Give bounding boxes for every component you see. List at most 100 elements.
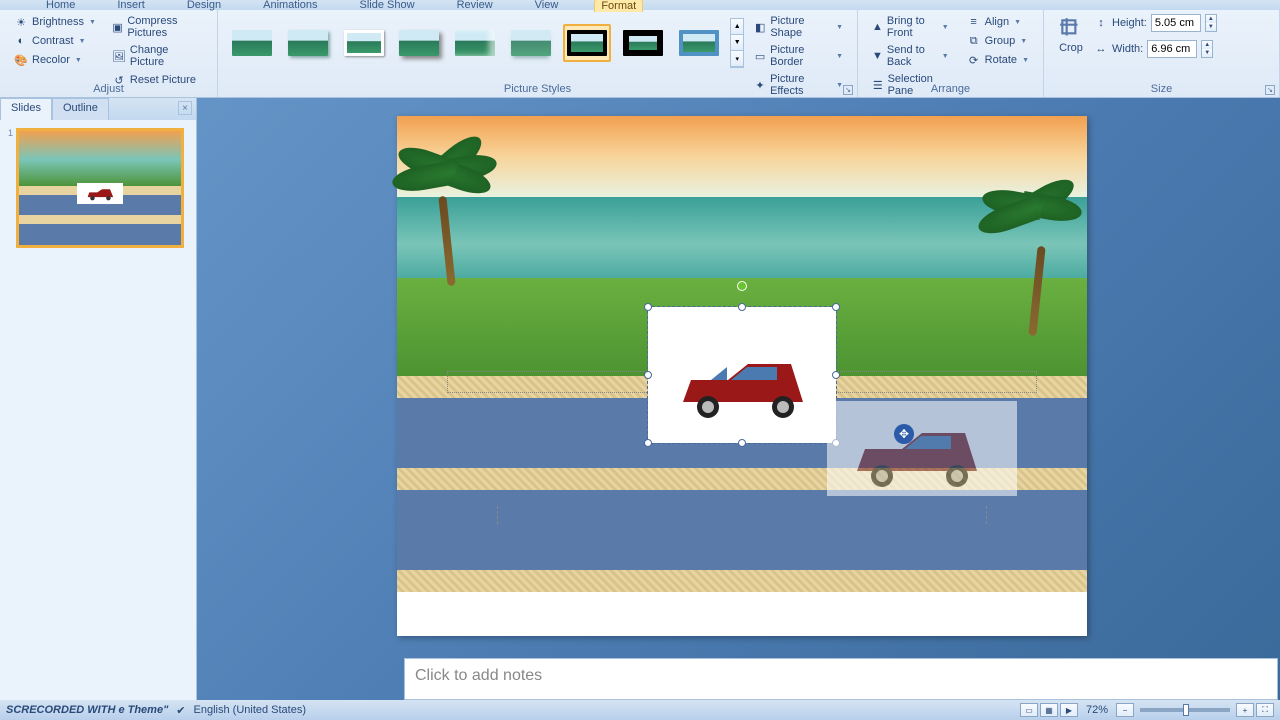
resize-handle-ne[interactable] <box>832 303 840 311</box>
crop-button[interactable]: Crop <box>1054 14 1088 56</box>
style-thumb-4[interactable] <box>395 24 443 62</box>
notes-pane[interactable]: Click to add notes <box>404 658 1278 700</box>
crop-label: Crop <box>1059 42 1083 54</box>
group-button[interactable]: ⧉ Group ▼ <box>963 33 1033 49</box>
bring-front-icon: ▲ <box>872 20 883 34</box>
resize-handle-nw[interactable] <box>644 303 652 311</box>
picture-border-button[interactable]: ▭ Picture Border ▼ <box>750 43 847 69</box>
contrast-label: Contrast <box>32 35 74 47</box>
send-back-label: Send to Back <box>887 44 937 68</box>
rotate-button[interactable]: ⟳ Rotate ▼ <box>963 52 1033 68</box>
status-bar: SCRECORDED WITH e Theme" ✔ English (Unit… <box>0 700 1280 720</box>
contrast-icon: ◐ <box>14 34 28 48</box>
width-spinner[interactable]: ▲▼ <box>1201 40 1213 58</box>
style-thumb-2[interactable] <box>284 24 332 62</box>
view-slideshow-button[interactable]: ▶ <box>1060 703 1078 717</box>
style-thumb-5[interactable] <box>451 24 499 62</box>
workspace: Slides Outline × 1 <box>0 98 1280 700</box>
size-launcher[interactable]: ↘ <box>1265 85 1275 95</box>
width-icon: ↔ <box>1094 42 1108 56</box>
width-input[interactable] <box>1147 40 1197 58</box>
brightness-label: Brightness <box>32 16 84 28</box>
group-label-adjust: Adjust <box>0 83 217 95</box>
zoom-slider[interactable] <box>1140 708 1230 712</box>
resize-handle-sw[interactable] <box>644 439 652 447</box>
rotate-label: Rotate <box>985 54 1017 66</box>
picstyles-launcher[interactable]: ↘ <box>843 85 853 95</box>
resize-handle-s[interactable] <box>738 439 746 447</box>
change-picture-button[interactable]: 🖼 Change Picture <box>108 43 207 69</box>
spellcheck-icon[interactable]: ✔ <box>176 704 185 717</box>
change-label: Change Picture <box>130 44 203 68</box>
status-recorded: SCRECORDED WITH e Theme" <box>6 704 168 716</box>
slide-thumbnail-1[interactable] <box>16 128 184 248</box>
panel-close-button[interactable]: × <box>178 101 192 115</box>
bring-to-front-button[interactable]: ▲ Bring to Front ▼ <box>868 14 953 40</box>
selected-car-picture[interactable] <box>647 306 837 444</box>
gallery-scroll[interactable]: ▲▼▾ <box>730 18 743 68</box>
compress-label: Compress Pictures <box>127 15 203 39</box>
bring-front-label: Bring to Front <box>887 15 937 39</box>
border-icon: ▭ <box>754 49 766 63</box>
view-normal-button[interactable]: ▭ <box>1020 703 1038 717</box>
resize-handle-e[interactable] <box>832 371 840 379</box>
guide-marks <box>497 506 987 524</box>
crop-icon <box>1058 16 1084 42</box>
align-label: Align <box>985 16 1009 28</box>
style-thumb-6[interactable] <box>507 24 555 62</box>
group-btn-label: Group <box>985 35 1016 47</box>
rotate-icon: ⟳ <box>967 53 981 67</box>
contrast-button[interactable]: ◐ Contrast ▼ <box>10 33 100 49</box>
brightness-icon: ☀ <box>14 15 28 29</box>
width-label: Width: <box>1112 43 1143 55</box>
send-to-back-button[interactable]: ▼ Send to Back ▼ <box>868 43 953 69</box>
group-size: Crop ↕ Height: ▲▼ ↔ Width: ▲▼ Size ↘ <box>1044 10 1280 97</box>
align-button[interactable]: ≡ Align ▼ <box>963 14 1033 30</box>
menubar: Home Insert Design Animations Slide Show… <box>0 0 1280 10</box>
chevron-down-icon: ▼ <box>1022 57 1029 64</box>
slide-canvas[interactable]: ✥ <box>397 116 1087 636</box>
group-picture-styles: ▲▼▾ ◧ Picture Shape ▼ ▭ Picture Border ▼… <box>218 10 858 97</box>
fit-window-button[interactable]: ⛶ <box>1256 703 1274 717</box>
style-thumb-3[interactable] <box>340 24 388 62</box>
picture-shape-button[interactable]: ◧ Picture Shape ▼ <box>750 14 847 40</box>
style-thumb-9[interactable] <box>675 24 723 62</box>
chevron-down-icon: ▼ <box>942 24 949 31</box>
recolor-icon: 🎨 <box>14 53 28 67</box>
zoom-level: 72% <box>1086 704 1108 716</box>
picture-border-label: Picture Border <box>770 44 831 68</box>
status-language[interactable]: English (United States) <box>194 704 307 716</box>
group-arrange: ▲ Bring to Front ▼ ▼ Send to Back ▼ ☰ Se… <box>858 10 1044 97</box>
group-adjust: ☀ Brightness ▼ ◐ Contrast ▼ 🎨 Recolor ▼ … <box>0 10 218 97</box>
notes-placeholder: Click to add notes <box>415 667 542 684</box>
panel-tabs: Slides Outline × <box>0 98 196 120</box>
height-input[interactable] <box>1151 14 1201 32</box>
recolor-label: Recolor <box>32 54 70 66</box>
chevron-down-icon: ▼ <box>1014 19 1021 26</box>
zoom-in-button[interactable]: + <box>1236 703 1254 717</box>
picture-styles-gallery: ▲▼▾ <box>228 14 744 68</box>
zoom-out-button[interactable]: − <box>1116 703 1134 717</box>
tab-outline[interactable]: Outline <box>52 98 109 120</box>
slides-panel: Slides Outline × 1 <box>0 98 197 700</box>
rotation-handle[interactable] <box>737 281 747 291</box>
drag-ghost-car <box>827 401 1017 496</box>
brightness-button[interactable]: ☀ Brightness ▼ <box>10 14 100 30</box>
resize-handle-n[interactable] <box>738 303 746 311</box>
style-thumb-8[interactable] <box>619 24 667 62</box>
compress-icon: ▣ <box>112 20 123 34</box>
resize-handle-w[interactable] <box>644 371 652 379</box>
move-cursor-icon: ✥ <box>894 424 914 444</box>
style-thumb-7-selected[interactable] <box>563 24 611 62</box>
compress-pictures-button[interactable]: ▣ Compress Pictures <box>108 14 207 40</box>
tab-slides[interactable]: Slides <box>0 98 52 120</box>
slide-editor[interactable]: ✥ Click to add notes <box>197 98 1280 700</box>
style-thumb-1[interactable] <box>228 24 276 62</box>
car-image <box>673 352 813 422</box>
change-picture-icon: 🖼 <box>112 49 126 63</box>
chevron-down-icon: ▼ <box>89 19 96 26</box>
height-spinner[interactable]: ▲▼ <box>1205 14 1217 32</box>
chevron-down-icon: ▼ <box>1020 38 1027 45</box>
recolor-button[interactable]: 🎨 Recolor ▼ <box>10 52 100 68</box>
view-sorter-button[interactable]: ▦ <box>1040 703 1058 717</box>
